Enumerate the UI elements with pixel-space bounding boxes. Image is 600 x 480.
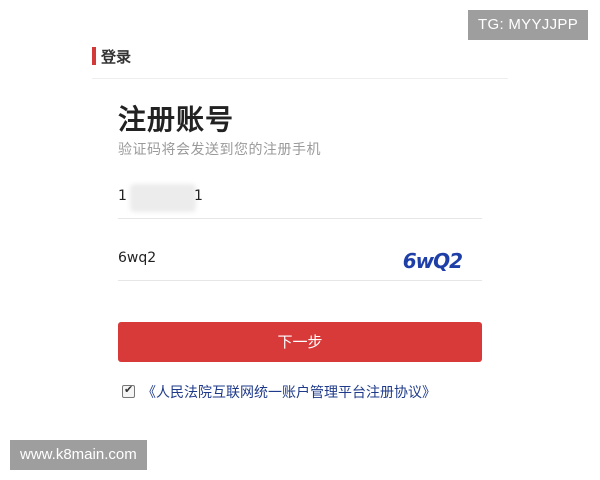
captcha-input-value: 6wq2 <box>118 250 157 266</box>
watermark-bottom-left: www.k8main.com <box>10 440 147 470</box>
captcha-image[interactable]: 6wQ2 <box>403 249 463 273</box>
captcha-field[interactable]: 6wq2 6wQ2 <box>118 240 482 281</box>
agreement-checkbox[interactable]: ✔ <box>122 383 135 398</box>
page-title: 注册账号 <box>118 103 235 136</box>
agreement-link[interactable]: 《人民法院互联网统一账户管理平台注册协议》 <box>142 382 436 402</box>
login-label: 登录 <box>101 48 132 66</box>
header-accent-bar <box>92 47 96 65</box>
checkmark-icon: ✔ <box>124 383 134 396</box>
phone-prefix: 1 <box>118 188 127 204</box>
phone-redaction-mask <box>130 184 196 212</box>
next-step-button[interactable]: 下一步 <box>118 322 482 362</box>
phone-suffix: 1 <box>194 188 203 204</box>
watermark-top-right: TG: MYYJJPP <box>468 10 588 40</box>
login-header: 登录 <box>92 44 508 79</box>
phone-field[interactable]: 1 1 <box>118 178 482 219</box>
page-subtitle: 验证码将会发送到您的注册手机 <box>118 142 321 158</box>
